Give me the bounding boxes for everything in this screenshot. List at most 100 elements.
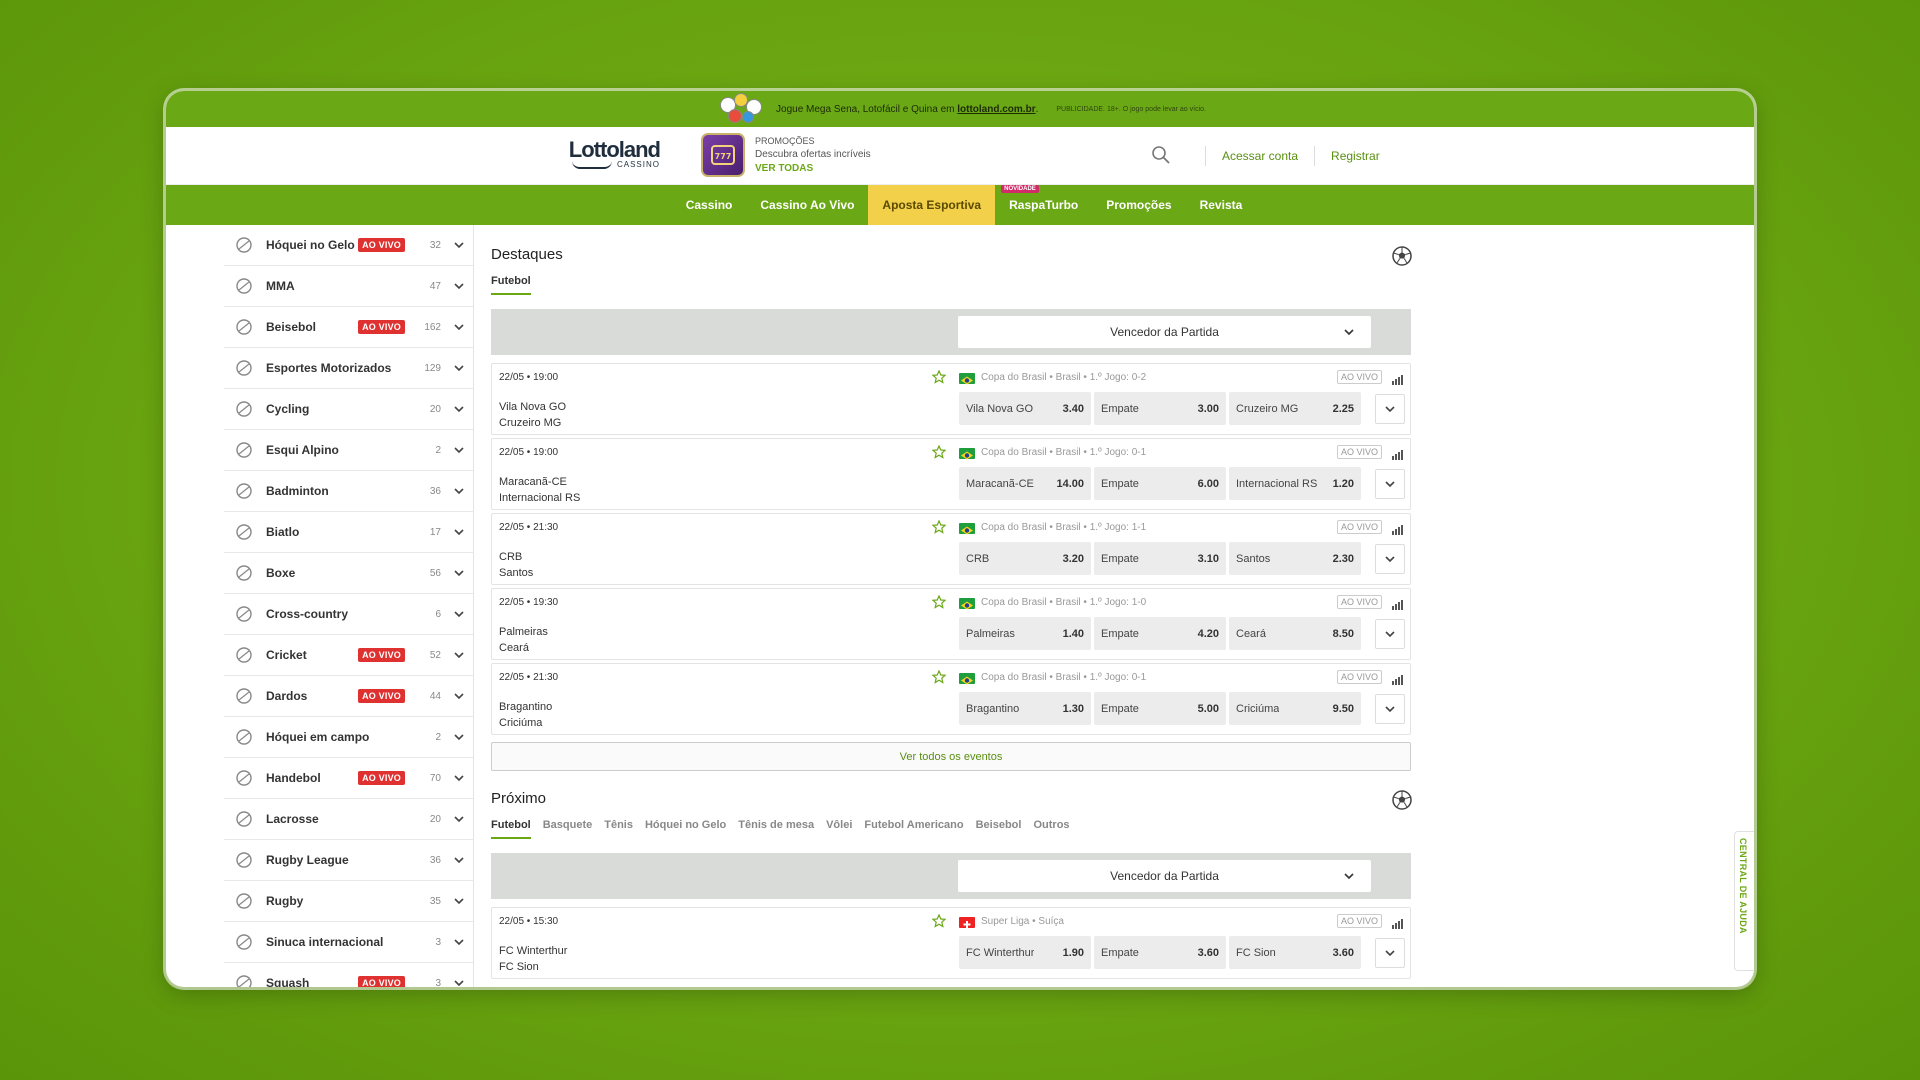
chevron-down-icon[interactable] <box>453 608 465 620</box>
odds-button[interactable]: Empate 6.00 <box>1094 467 1226 500</box>
nav-aposta-esportiva[interactable]: Aposta Esportiva <box>868 185 996 225</box>
sidebar-item[interactable]: Hóquei em campo 2 <box>224 717 473 758</box>
tab-futebol[interactable]: Futebol <box>491 275 531 295</box>
tab-basquete[interactable]: Basquete <box>543 819 593 839</box>
odds-button[interactable]: Empate 3.10 <box>1094 542 1226 575</box>
sidebar-item[interactable]: Hóquei no Gelo AO VIVO 32 <box>224 225 473 266</box>
odds-button[interactable]: Palmeiras 1.40 <box>959 617 1091 650</box>
sidebar-item[interactable]: Dardos AO VIVO 44 <box>224 676 473 717</box>
odds-button[interactable]: Empate 3.60 <box>1094 936 1226 969</box>
odds-button[interactable]: FC Winterthur 1.90 <box>959 936 1091 969</box>
chevron-down-icon[interactable] <box>453 444 465 456</box>
nav-cassino[interactable]: Cassino <box>672 185 747 225</box>
nav-revista[interactable]: Revista <box>1186 185 1257 225</box>
favorite-star-icon[interactable] <box>931 444 947 459</box>
tab-t-nis[interactable]: Tênis <box>604 819 633 839</box>
stats-icon[interactable] <box>1391 372 1403 385</box>
chevron-down-icon[interactable] <box>453 977 465 987</box>
favorite-star-icon[interactable] <box>931 913 947 928</box>
promo-strip[interactable]: Jogue Mega Sena, Lotofácil e Quina em lo… <box>166 91 1754 127</box>
odds-button[interactable]: Criciúma 9.50 <box>1229 692 1361 725</box>
tab-v-lei[interactable]: Vôlei <box>826 819 852 839</box>
odds-button[interactable]: Cruzeiro MG 2.25 <box>1229 392 1361 425</box>
stats-icon[interactable] <box>1391 916 1403 929</box>
favorite-star-icon[interactable] <box>931 594 947 609</box>
chevron-down-icon[interactable] <box>453 936 465 948</box>
sidebar-item[interactable]: Cricket AO VIVO 52 <box>224 635 473 676</box>
stats-icon[interactable] <box>1391 522 1403 535</box>
chevron-down-icon[interactable] <box>453 731 465 743</box>
favorite-star-icon[interactable] <box>931 519 947 534</box>
chevron-down-icon[interactable] <box>453 690 465 702</box>
sidebar-item[interactable]: Boxe 56 <box>224 553 473 594</box>
odds-button[interactable]: Empate 5.00 <box>1094 692 1226 725</box>
tab-t-nis-de-mesa[interactable]: Tênis de mesa <box>738 819 814 839</box>
see-all-events-button[interactable]: Ver todos os eventos <box>491 742 1411 771</box>
nav-raspaturbo[interactable]: NOVIDADE RaspaTurbo <box>995 185 1092 225</box>
market-select[interactable]: Vencedor da Partida <box>958 316 1371 348</box>
sidebar-item[interactable]: Rugby 35 <box>224 881 473 922</box>
chevron-down-icon[interactable] <box>453 895 465 907</box>
odds-button[interactable]: Vila Nova GO 3.40 <box>959 392 1091 425</box>
sidebar-item[interactable]: Squash AO VIVO 3 <box>224 963 473 987</box>
chevron-down-icon[interactable] <box>453 280 465 292</box>
sidebar-item[interactable]: Handebol AO VIVO 70 <box>224 758 473 799</box>
stats-icon[interactable] <box>1391 597 1403 610</box>
chevron-down-icon[interactable] <box>453 485 465 497</box>
stats-icon[interactable] <box>1391 447 1403 460</box>
sidebar-item[interactable]: Badminton 36 <box>224 471 473 512</box>
chevron-down-icon[interactable] <box>453 403 465 415</box>
tab-futebol-americano[interactable]: Futebol Americano <box>864 819 963 839</box>
sidebar-item[interactable]: Cross-country 6 <box>224 594 473 635</box>
tab-futebol[interactable]: Futebol <box>491 819 531 839</box>
promo-box[interactable]: 777 PROMOÇÕES Descubra ofertas incríveis… <box>701 133 871 177</box>
chevron-down-icon[interactable] <box>453 362 465 374</box>
promo-see-all-link[interactable]: VER TODAS <box>755 162 871 176</box>
expand-markets-button[interactable] <box>1375 544 1405 574</box>
odds-button[interactable]: Ceará 8.50 <box>1229 617 1361 650</box>
chevron-down-icon[interactable] <box>453 772 465 784</box>
sidebar-item[interactable]: MMA 47 <box>224 266 473 307</box>
expand-markets-button[interactable] <box>1375 394 1405 424</box>
promo-strip-link[interactable]: lottoland.com.br <box>957 104 1035 115</box>
sidebar-item[interactable]: Lacrosse 20 <box>224 799 473 840</box>
odds-button[interactable]: Maracanã-CE 14.00 <box>959 467 1091 500</box>
sidebar-item[interactable]: Esqui Alpino 2 <box>224 430 473 471</box>
odds-button[interactable]: FC Sion 3.60 <box>1229 936 1361 969</box>
sidebar-item[interactable]: Cycling 20 <box>224 389 473 430</box>
nav-promocoes[interactable]: Promoções <box>1092 185 1185 225</box>
sidebar-item[interactable]: Biatlo 17 <box>224 512 473 553</box>
tab-h-quei-no-gelo[interactable]: Hóquei no Gelo <box>645 819 726 839</box>
chevron-down-icon[interactable] <box>453 854 465 866</box>
odds-button[interactable]: Empate 3.00 <box>1094 392 1226 425</box>
sidebar-item[interactable]: Esportes Motorizados 129 <box>224 348 473 389</box>
chevron-down-icon[interactable] <box>453 649 465 661</box>
sidebar-item[interactable]: Rugby League 36 <box>224 840 473 881</box>
register-link[interactable]: Registrar <box>1331 149 1380 163</box>
expand-markets-button[interactable] <box>1375 694 1405 724</box>
odds-button[interactable]: Bragantino 1.30 <box>959 692 1091 725</box>
login-link[interactable]: Acessar conta <box>1222 149 1298 163</box>
help-center-tab[interactable]: CENTRAL DE AJUDA <box>1734 831 1754 971</box>
nav-cassino-ao-vivo[interactable]: Cassino Ao Vivo <box>746 185 868 225</box>
stats-icon[interactable] <box>1391 672 1403 685</box>
chevron-down-icon[interactable] <box>453 526 465 538</box>
favorite-star-icon[interactable] <box>931 369 947 384</box>
chevron-down-icon[interactable] <box>453 813 465 825</box>
search-icon[interactable] <box>1151 145 1173 167</box>
chevron-down-icon[interactable] <box>453 321 465 333</box>
chevron-down-icon[interactable] <box>453 239 465 251</box>
chevron-down-icon[interactable] <box>453 567 465 579</box>
expand-markets-button[interactable] <box>1375 469 1405 499</box>
sidebar-item[interactable]: Sinuca internacional 3 <box>224 922 473 963</box>
favorite-star-icon[interactable] <box>931 669 947 684</box>
odds-button[interactable]: Empate 4.20 <box>1094 617 1226 650</box>
odds-button[interactable]: CRB 3.20 <box>959 542 1091 575</box>
tab-outros[interactable]: Outros <box>1033 819 1069 839</box>
market-select[interactable]: Vencedor da Partida <box>958 860 1371 892</box>
expand-markets-button[interactable] <box>1375 619 1405 649</box>
sidebar-item[interactable]: Beisebol AO VIVO 162 <box>224 307 473 348</box>
expand-markets-button[interactable] <box>1375 938 1405 968</box>
odds-button[interactable]: Internacional RS 1.20 <box>1229 467 1361 500</box>
odds-button[interactable]: Santos 2.30 <box>1229 542 1361 575</box>
